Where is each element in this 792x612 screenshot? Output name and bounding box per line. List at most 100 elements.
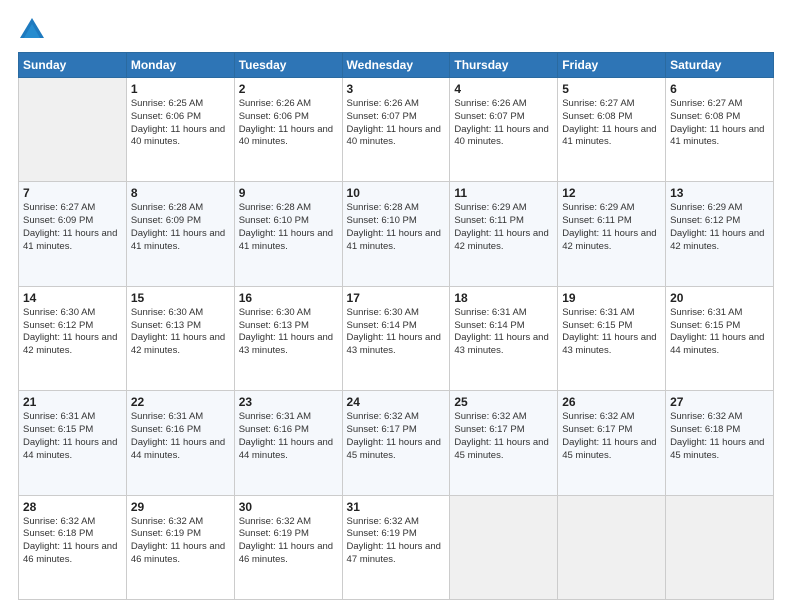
calendar-cell: [666, 495, 774, 599]
cell-info: Sunrise: 6:27 AM Sunset: 6:08 PM Dayligh…: [670, 98, 769, 149]
cell-info: Sunrise: 6:29 AM Sunset: 6:11 PM Dayligh…: [562, 202, 661, 253]
calendar-cell: 5 Sunrise: 6:27 AM Sunset: 6:08 PM Daylig…: [558, 78, 666, 182]
day-number: 25: [454, 395, 553, 409]
day-number: 10: [347, 186, 446, 200]
calendar-cell: 24 Sunrise: 6:32 AM Sunset: 6:17 PM Dayli…: [342, 391, 450, 495]
day-number: 29: [131, 500, 230, 514]
calendar-table: SundayMondayTuesdayWednesdayThursdayFrid…: [18, 52, 774, 600]
day-number: 12: [562, 186, 661, 200]
day-number: 16: [239, 291, 338, 305]
cell-info: Sunrise: 6:31 AM Sunset: 6:15 PM Dayligh…: [23, 411, 122, 462]
week-row-1: 7 Sunrise: 6:27 AM Sunset: 6:09 PM Daylig…: [19, 182, 774, 286]
cell-info: Sunrise: 6:32 AM Sunset: 6:18 PM Dayligh…: [670, 411, 769, 462]
calendar-cell: 29 Sunrise: 6:32 AM Sunset: 6:19 PM Dayli…: [126, 495, 234, 599]
day-number: 30: [239, 500, 338, 514]
day-number: 3: [347, 82, 446, 96]
calendar-cell: 23 Sunrise: 6:31 AM Sunset: 6:16 PM Dayli…: [234, 391, 342, 495]
cell-info: Sunrise: 6:32 AM Sunset: 6:17 PM Dayligh…: [347, 411, 446, 462]
day-number: 26: [562, 395, 661, 409]
calendar-cell: 20 Sunrise: 6:31 AM Sunset: 6:15 PM Dayli…: [666, 286, 774, 390]
calendar-cell: 2 Sunrise: 6:26 AM Sunset: 6:06 PM Daylig…: [234, 78, 342, 182]
calendar-cell: 31 Sunrise: 6:32 AM Sunset: 6:19 PM Dayli…: [342, 495, 450, 599]
cell-info: Sunrise: 6:30 AM Sunset: 6:13 PM Dayligh…: [131, 307, 230, 358]
day-number: 21: [23, 395, 122, 409]
cell-info: Sunrise: 6:25 AM Sunset: 6:06 PM Dayligh…: [131, 98, 230, 149]
cell-info: Sunrise: 6:30 AM Sunset: 6:12 PM Dayligh…: [23, 307, 122, 358]
calendar-cell: 10 Sunrise: 6:28 AM Sunset: 6:10 PM Dayli…: [342, 182, 450, 286]
day-number: 28: [23, 500, 122, 514]
weekday-header-tuesday: Tuesday: [234, 53, 342, 78]
cell-info: Sunrise: 6:29 AM Sunset: 6:12 PM Dayligh…: [670, 202, 769, 253]
day-number: 13: [670, 186, 769, 200]
cell-info: Sunrise: 6:32 AM Sunset: 6:17 PM Dayligh…: [454, 411, 553, 462]
day-number: 15: [131, 291, 230, 305]
calendar-cell: 6Sunrise: 6:27 AM Sunset: 6:08 PM Daylig…: [666, 78, 774, 182]
calendar-cell: 25 Sunrise: 6:32 AM Sunset: 6:17 PM Dayli…: [450, 391, 558, 495]
day-number: 14: [23, 291, 122, 305]
day-number: 11: [454, 186, 553, 200]
cell-info: Sunrise: 6:32 AM Sunset: 6:19 PM Dayligh…: [131, 516, 230, 567]
day-number: 7: [23, 186, 122, 200]
calendar-cell: 15 Sunrise: 6:30 AM Sunset: 6:13 PM Dayli…: [126, 286, 234, 390]
calendar-cell: [558, 495, 666, 599]
day-number: 27: [670, 395, 769, 409]
day-number: 1: [131, 82, 230, 96]
logo-icon: [18, 16, 46, 44]
cell-info: Sunrise: 6:32 AM Sunset: 6:19 PM Dayligh…: [347, 516, 446, 567]
day-number: 2: [239, 82, 338, 96]
cell-info: Sunrise: 6:27 AM Sunset: 6:09 PM Dayligh…: [23, 202, 122, 253]
cell-info: Sunrise: 6:31 AM Sunset: 6:14 PM Dayligh…: [454, 307, 553, 358]
calendar-cell: 11 Sunrise: 6:29 AM Sunset: 6:11 PM Dayli…: [450, 182, 558, 286]
calendar-cell: 9 Sunrise: 6:28 AM Sunset: 6:10 PM Daylig…: [234, 182, 342, 286]
calendar-cell: 14 Sunrise: 6:30 AM Sunset: 6:12 PM Dayli…: [19, 286, 127, 390]
week-row-4: 28Sunrise: 6:32 AM Sunset: 6:18 PM Dayli…: [19, 495, 774, 599]
day-number: 17: [347, 291, 446, 305]
calendar-cell: 1 Sunrise: 6:25 AM Sunset: 6:06 PM Daylig…: [126, 78, 234, 182]
week-row-0: 1 Sunrise: 6:25 AM Sunset: 6:06 PM Daylig…: [19, 78, 774, 182]
page: SundayMondayTuesdayWednesdayThursdayFrid…: [0, 0, 792, 612]
calendar-cell: 7 Sunrise: 6:27 AM Sunset: 6:09 PM Daylig…: [19, 182, 127, 286]
weekday-header-row: SundayMondayTuesdayWednesdayThursdayFrid…: [19, 53, 774, 78]
cell-info: Sunrise: 6:29 AM Sunset: 6:11 PM Dayligh…: [454, 202, 553, 253]
calendar-cell: 3 Sunrise: 6:26 AM Sunset: 6:07 PM Daylig…: [342, 78, 450, 182]
calendar-cell: 12 Sunrise: 6:29 AM Sunset: 6:11 PM Dayli…: [558, 182, 666, 286]
calendar-cell: 17 Sunrise: 6:30 AM Sunset: 6:14 PM Dayli…: [342, 286, 450, 390]
weekday-header-thursday: Thursday: [450, 53, 558, 78]
day-number: 5: [562, 82, 661, 96]
cell-info: Sunrise: 6:26 AM Sunset: 6:07 PM Dayligh…: [347, 98, 446, 149]
cell-info: Sunrise: 6:30 AM Sunset: 6:13 PM Dayligh…: [239, 307, 338, 358]
calendar-cell: 26Sunrise: 6:32 AM Sunset: 6:17 PM Dayli…: [558, 391, 666, 495]
day-number: 19: [562, 291, 661, 305]
day-number: 23: [239, 395, 338, 409]
calendar-cell: 16 Sunrise: 6:30 AM Sunset: 6:13 PM Dayli…: [234, 286, 342, 390]
day-number: 20: [670, 291, 769, 305]
calendar-cell: 19 Sunrise: 6:31 AM Sunset: 6:15 PM Dayli…: [558, 286, 666, 390]
cell-info: Sunrise: 6:26 AM Sunset: 6:07 PM Dayligh…: [454, 98, 553, 149]
cell-info: Sunrise: 6:28 AM Sunset: 6:10 PM Dayligh…: [347, 202, 446, 253]
cell-info: Sunrise: 6:31 AM Sunset: 6:15 PM Dayligh…: [562, 307, 661, 358]
cell-info: Sunrise: 6:31 AM Sunset: 6:16 PM Dayligh…: [131, 411, 230, 462]
week-row-3: 21 Sunrise: 6:31 AM Sunset: 6:15 PM Dayli…: [19, 391, 774, 495]
weekday-header-wednesday: Wednesday: [342, 53, 450, 78]
calendar-cell: 27 Sunrise: 6:32 AM Sunset: 6:18 PM Dayli…: [666, 391, 774, 495]
weekday-header-friday: Friday: [558, 53, 666, 78]
calendar-cell: 4 Sunrise: 6:26 AM Sunset: 6:07 PM Daylig…: [450, 78, 558, 182]
cell-info: Sunrise: 6:27 AM Sunset: 6:08 PM Dayligh…: [562, 98, 661, 149]
cell-info: Sunrise: 6:28 AM Sunset: 6:09 PM Dayligh…: [131, 202, 230, 253]
calendar-cell: 13 Sunrise: 6:29 AM Sunset: 6:12 PM Dayli…: [666, 182, 774, 286]
cell-info: Sunrise: 6:31 AM Sunset: 6:15 PM Dayligh…: [670, 307, 769, 358]
calendar-cell: 18Sunrise: 6:31 AM Sunset: 6:14 PM Dayli…: [450, 286, 558, 390]
cell-info: Sunrise: 6:31 AM Sunset: 6:16 PM Dayligh…: [239, 411, 338, 462]
header: [18, 16, 774, 44]
day-number: 4: [454, 82, 553, 96]
cell-info: Sunrise: 6:26 AM Sunset: 6:06 PM Dayligh…: [239, 98, 338, 149]
day-number: 8: [131, 186, 230, 200]
day-number: 31: [347, 500, 446, 514]
cell-info: Sunrise: 6:28 AM Sunset: 6:10 PM Dayligh…: [239, 202, 338, 253]
cell-info: Sunrise: 6:30 AM Sunset: 6:14 PM Dayligh…: [347, 307, 446, 358]
day-number: 9: [239, 186, 338, 200]
day-number: 24: [347, 395, 446, 409]
calendar-cell: 8 Sunrise: 6:28 AM Sunset: 6:09 PM Daylig…: [126, 182, 234, 286]
weekday-header-sunday: Sunday: [19, 53, 127, 78]
calendar-cell: 30Sunrise: 6:32 AM Sunset: 6:19 PM Dayli…: [234, 495, 342, 599]
